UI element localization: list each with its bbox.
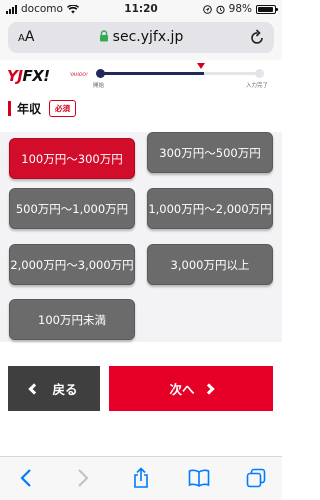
option-300-500[interactable]: 300万円～500万円 <box>147 132 273 173</box>
battery-percent: 98% <box>228 3 252 15</box>
lock-icon <box>99 30 108 42</box>
question-heading: 年収 必須 <box>8 98 77 118</box>
share-icon[interactable] <box>129 466 153 490</box>
bookmarks-icon[interactable] <box>187 466 211 490</box>
forward-icon[interactable] <box>71 466 95 490</box>
chevron-left-icon <box>28 382 41 395</box>
yjfx-logo: YJFX! <box>7 67 50 85</box>
progress-end-dot <box>255 69 264 78</box>
yahoo-logo-text: YAHOO! <box>70 73 88 78</box>
progress-fill <box>99 72 204 75</box>
next-button-label: 次へ <box>169 382 195 397</box>
option-2000-3000[interactable]: 2,000万円～3,000万円 <box>9 244 135 285</box>
required-badge: 必須 <box>49 99 77 117</box>
back-button[interactable]: 戻る <box>8 366 100 411</box>
status-right-group: 98% <box>202 3 278 15</box>
back-button-label: 戻る <box>52 382 78 397</box>
progress-track <box>99 72 260 75</box>
option-100-300[interactable]: 100万円～300万円 <box>9 138 135 179</box>
progress-start-dot <box>96 69 105 78</box>
option-3000-plus[interactable]: 3,000万円以上 <box>147 244 273 285</box>
reload-icon[interactable] <box>250 29 265 45</box>
url-display[interactable]: sec.yjfx.jp <box>8 29 274 45</box>
alarm-icon <box>216 5 225 14</box>
tabs-icon[interactable] <box>244 466 268 490</box>
option-1000-2000[interactable]: 1,000万円～2,000万円 <box>147 188 273 229</box>
next-button[interactable]: 次へ <box>109 366 273 411</box>
question-accent-bar <box>8 100 11 116</box>
progress-end-label: 入力完了 <box>246 83 269 89</box>
chevron-right-icon <box>202 382 215 395</box>
safari-toolbar <box>0 456 282 500</box>
battery-icon <box>256 4 278 14</box>
option-500-1000[interactable]: 500万円～1,000万円 <box>9 188 135 229</box>
income-options: 100万円～300万円 300万円～500万円 500万円～1,000万円 1,… <box>0 132 282 342</box>
address-bar[interactable]: AA sec.yjfx.jp <box>8 22 274 53</box>
progress-start-label: 開始 <box>93 83 105 89</box>
browser-chrome: AA sec.yjfx.jp <box>0 18 282 60</box>
page-header: YJFX! YAHOO! 開始 入力完了 <box>0 60 282 94</box>
progress-marker-icon <box>197 63 205 69</box>
back-icon[interactable] <box>14 466 38 490</box>
status-bar: docomo 11:20 98% <box>0 0 282 18</box>
question-title: 年収 <box>17 101 42 116</box>
location-icon <box>202 4 212 14</box>
option-under-100[interactable]: 100万円未満 <box>9 299 135 340</box>
